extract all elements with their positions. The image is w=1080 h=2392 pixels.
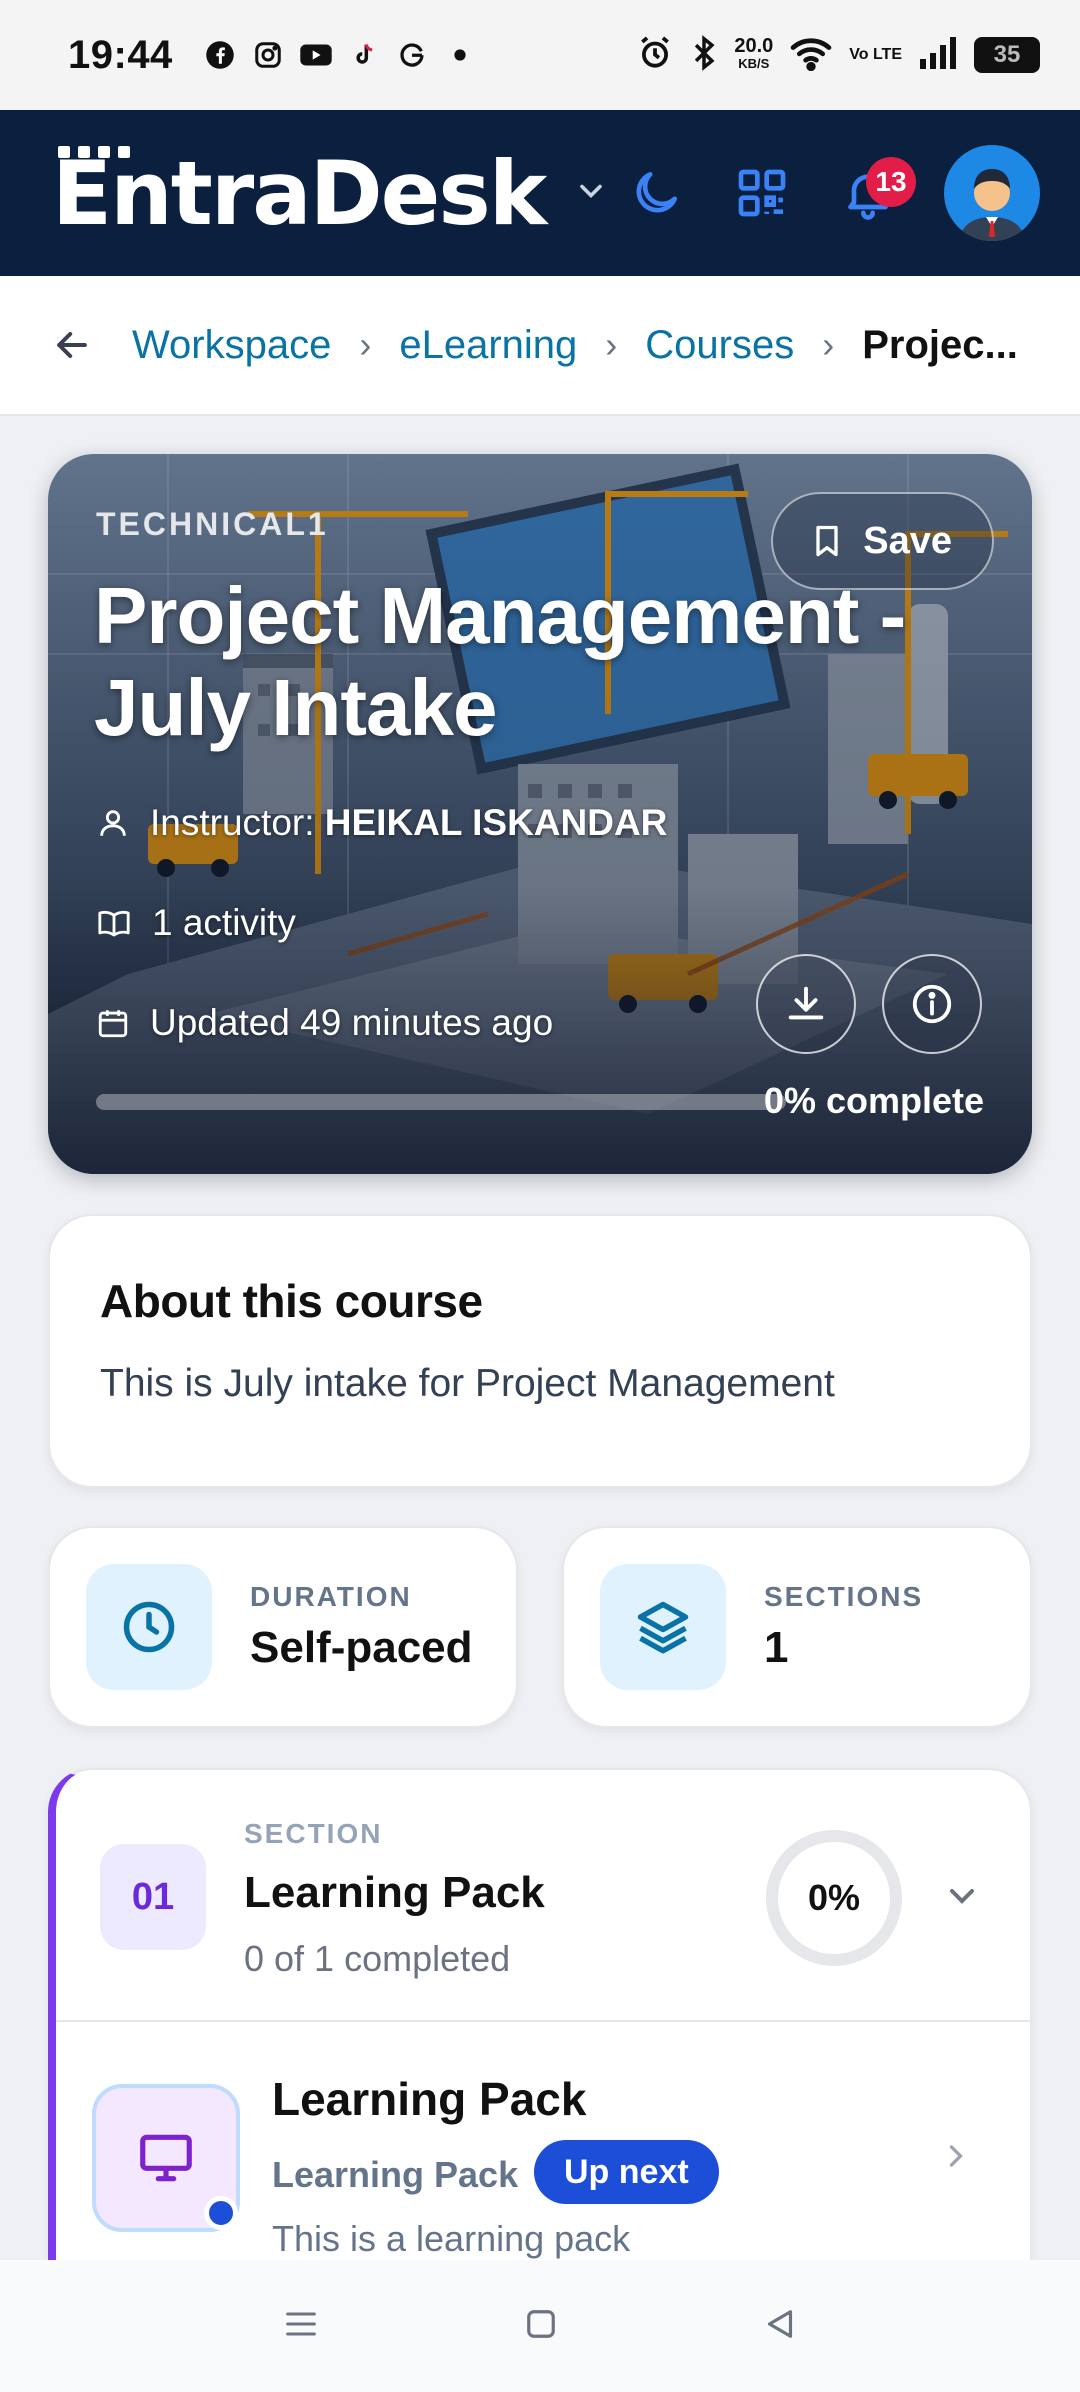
- volte-indicator: Vo LTE: [849, 46, 902, 63]
- course-progress-label: 0% complete: [763, 1080, 984, 1121]
- back-arrow-icon[interactable]: [50, 323, 94, 367]
- home-square-icon[interactable]: [520, 2303, 562, 2350]
- status-bar: 19:44 20.0 KB/S Vo LTE 35: [0, 0, 1080, 110]
- clock-icon: [86, 1564, 212, 1690]
- chevron-down-icon[interactable]: [942, 1876, 982, 1921]
- about-course-card: About this course This is July intake fo…: [48, 1214, 1032, 1488]
- menu-icon[interactable]: [279, 2304, 323, 2349]
- brand-logo[interactable]: EntraDesk: [52, 142, 547, 245]
- qr-code-icon[interactable]: [732, 163, 792, 223]
- section-number: 01: [100, 1844, 206, 1950]
- duration-card: DURATION Self-paced: [48, 1526, 518, 1728]
- chevron-right-icon[interactable]: [938, 2136, 974, 2181]
- sections-value: 1: [764, 1623, 789, 1672]
- breadcrumb-current: Projec...: [862, 322, 1018, 367]
- dark-mode-moon-icon[interactable]: [626, 163, 686, 223]
- user-avatar[interactable]: [944, 145, 1040, 241]
- course-activity-count: 1 activity: [96, 902, 296, 944]
- breadcrumb-separator-icon: ›: [359, 324, 372, 365]
- course-updated: Updated 49 minutes ago: [96, 1002, 553, 1044]
- section-completion: 0 of 1 completed: [244, 1938, 511, 1979]
- download-icon: [788, 986, 824, 1020]
- book-open-icon: [98, 910, 130, 937]
- breadcrumb-elearning-link[interactable]: eLearning: [399, 323, 577, 368]
- section-title: Learning Pack: [244, 1868, 545, 1917]
- duration-label: DURATION: [250, 1581, 412, 1612]
- signal-icon: [918, 35, 958, 76]
- logo-dots: [58, 145, 130, 158]
- alarm-icon: [636, 34, 674, 77]
- item-title: Learning Pack: [272, 2073, 587, 2125]
- monitor-icon: [92, 2084, 240, 2232]
- section-card: 01 SECTION Learning Pack 0 of 1 complete…: [48, 1768, 1032, 2308]
- wifi-icon: [789, 35, 833, 76]
- breadcrumb-workspace-link[interactable]: Workspace: [132, 323, 331, 368]
- item-type: Learning Pack: [272, 2154, 519, 2195]
- info-button[interactable]: [882, 954, 982, 1054]
- system-navigation-bar: [0, 2260, 1080, 2392]
- notification-count-badge: 13: [866, 157, 916, 207]
- about-heading: About this course: [100, 1275, 483, 1327]
- section-progress-percent: 0%: [807, 1877, 861, 1918]
- app-header: EntraDesk 13: [0, 110, 1080, 276]
- instructor-name: HEIKAL ISKANDAR: [324, 802, 668, 843]
- course-instructor: Instructor: HEIKAL ISKANDAR: [96, 802, 667, 844]
- course-hero-card: TECHNICAL1 Save Project Management - Jul…: [48, 454, 1032, 1174]
- status-time: 19:44: [68, 32, 173, 77]
- course-title: Project Management - July Intake: [94, 571, 906, 752]
- download-button[interactable]: [756, 954, 856, 1054]
- workspace-switcher-chevron-icon[interactable]: [573, 173, 609, 214]
- back-triangle-icon[interactable]: [759, 2303, 801, 2350]
- item-description: This is a learning pack: [272, 2218, 631, 2259]
- breadcrumb-separator-icon: ›: [822, 324, 835, 365]
- instagram-icon: [251, 38, 285, 72]
- unread-dot: [204, 2196, 238, 2230]
- duration-value: Self-paced: [250, 1623, 473, 1672]
- battery-icon: 35: [974, 37, 1040, 73]
- breadcrumb: Workspace › eLearning › Courses › Projec…: [0, 276, 1080, 416]
- info-icon: [912, 984, 952, 1024]
- bluetooth-icon: [690, 34, 718, 77]
- bookmark-icon: [816, 525, 838, 557]
- notifications-bell-icon[interactable]: 13: [838, 157, 916, 223]
- user-icon: [100, 810, 126, 836]
- sections-card: SECTIONS 1: [562, 1526, 1032, 1728]
- calendar-icon: [98, 1010, 128, 1038]
- course-category: TECHNICAL1: [96, 506, 329, 542]
- facebook-icon: [203, 38, 237, 72]
- sections-label: SECTIONS: [764, 1581, 924, 1612]
- breadcrumb-courses-link[interactable]: Courses: [645, 323, 794, 368]
- youtube-icon: [299, 38, 333, 72]
- dot-icon: [443, 38, 477, 72]
- section-eyebrow: SECTION: [244, 1818, 383, 1849]
- notification-app-icons: [203, 38, 477, 72]
- section-header[interactable]: 01 SECTION Learning Pack 0 of 1 complete…: [56, 1770, 1030, 2022]
- about-description: This is July intake for Project Manageme…: [100, 1362, 835, 1405]
- course-progress-bar: [96, 1094, 786, 1110]
- google-icon: [395, 38, 429, 72]
- up-next-badge: Up next: [534, 2140, 719, 2204]
- layers-icon: [600, 1564, 726, 1690]
- breadcrumb-separator-icon: ›: [605, 324, 618, 365]
- tiktok-icon: [347, 38, 381, 72]
- network-speed: 20.0 KB/S: [734, 35, 774, 71]
